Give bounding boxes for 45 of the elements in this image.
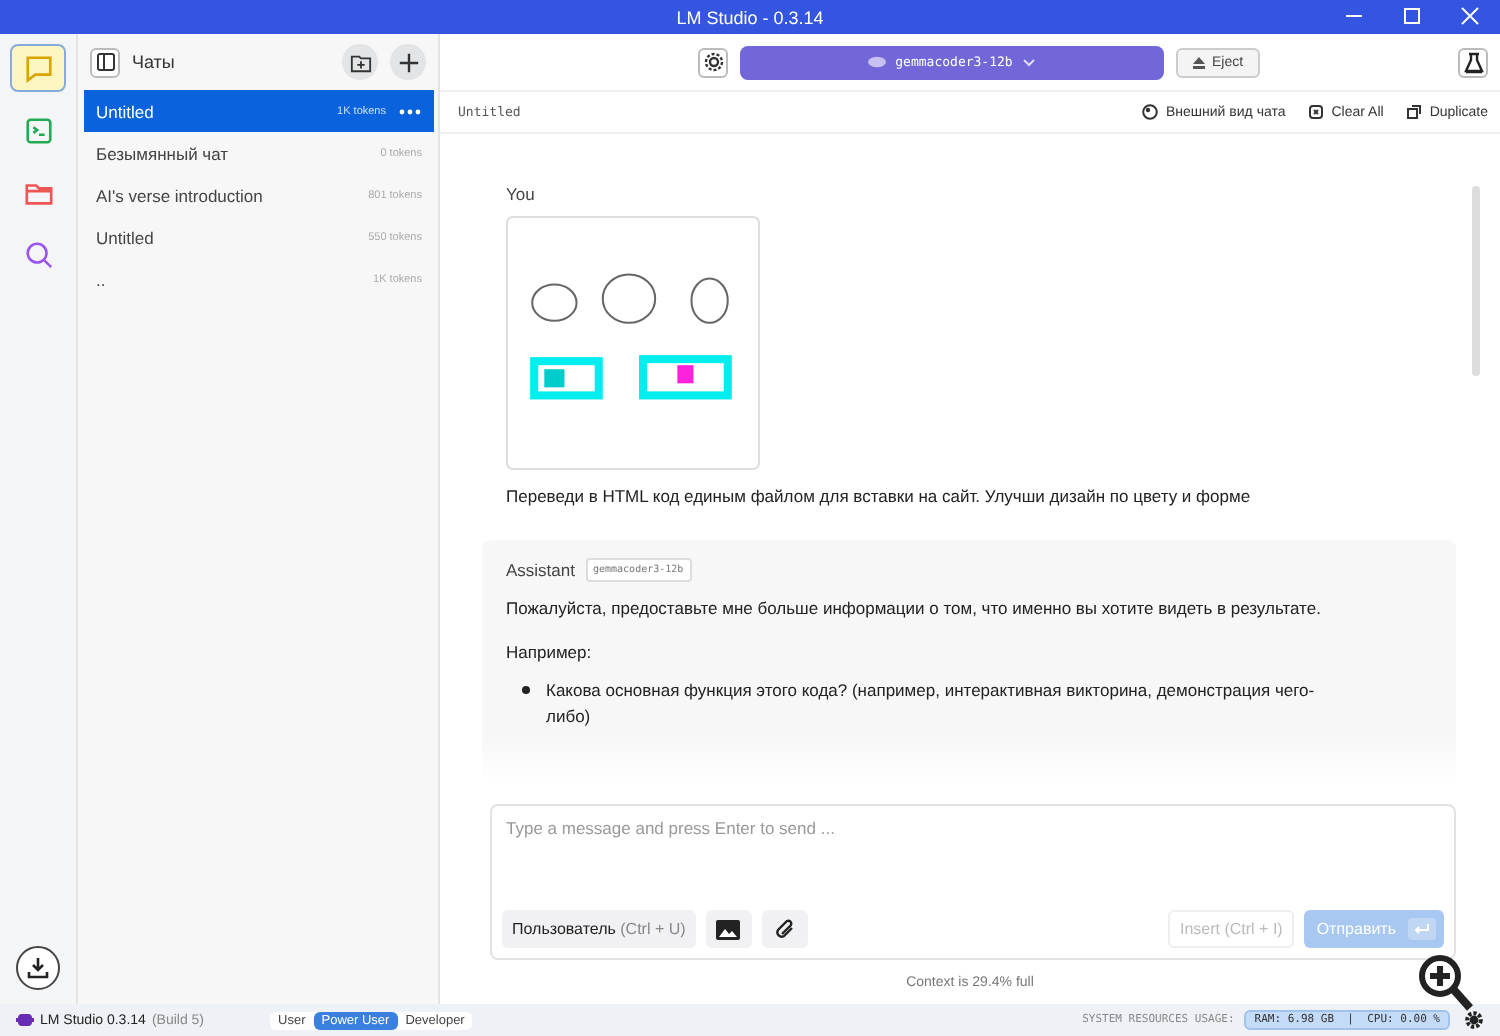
- settings-button[interactable]: [698, 47, 728, 77]
- message-composer[interactable]: Type a message and press Enter to send ... Пользователь (Ctrl + U) Insert (Ctrl + I) Отправить: [490, 804, 1456, 960]
- new-chat-button[interactable]: [390, 44, 426, 80]
- settings-icon: [703, 52, 723, 72]
- download-button[interactable]: [16, 946, 60, 990]
- zoom-in-icon: [1416, 952, 1476, 1016]
- image-button[interactable]: [705, 910, 752, 948]
- eye-icon: [867, 56, 886, 68]
- lab-button[interactable]: [1458, 47, 1488, 77]
- more-icon[interactable]: [398, 107, 422, 115]
- message-text: Переведи в HTML код единым файлом для вставки на сайт. Улучши дизайн по цвету и форме: [506, 484, 1253, 506]
- role-button[interactable]: Пользователь (Ctrl + U): [502, 910, 696, 948]
- palette-icon: [1141, 104, 1158, 120]
- enter-key-icon: [1408, 918, 1436, 940]
- attach-button[interactable]: [761, 910, 808, 948]
- copy-icon: [1405, 104, 1422, 120]
- plus-icon: [397, 51, 419, 73]
- folder-plus-icon: [349, 51, 371, 73]
- flask-icon: [1463, 51, 1483, 73]
- clear-icon: [1307, 104, 1324, 120]
- search-icon: [23, 239, 53, 269]
- message-text: Пожалуйста, предоставьте мне больше информации о том, что именно вы хотите видеть в результате.: [506, 596, 1323, 622]
- bullet-icon: [522, 686, 530, 694]
- new-folder-button[interactable]: [342, 44, 378, 80]
- download-icon: [26, 956, 50, 980]
- paperclip-icon: [773, 918, 796, 940]
- sidebar-toggle-button[interactable]: [90, 47, 120, 77]
- image-icon: [716, 919, 741, 939]
- message-input[interactable]: Type a message and press Enter to send ...: [502, 806, 1444, 850]
- list-item-text: Какова основная функция этого кода? (например, интерактивная викторина, демонстрация чего-либо): [546, 678, 1317, 729]
- message-author: You: [506, 184, 537, 204]
- app-logo-icon: [16, 1012, 34, 1028]
- scrollbar[interactable]: [1472, 186, 1480, 376]
- window-title: LM Studio - 0.3.14: [676, 7, 824, 27]
- message-author: Assistant: [506, 560, 575, 580]
- terminal-icon: [23, 115, 53, 145]
- chevron-down-icon: [1022, 57, 1037, 67]
- eject-icon: [1192, 55, 1206, 69]
- close-icon[interactable]: [1460, 6, 1480, 26]
- message-text: Например:: [506, 640, 594, 666]
- settings-icon[interactable]: [1464, 1010, 1484, 1030]
- chat-icon: [23, 53, 53, 83]
- sidebar-icon: [95, 52, 115, 72]
- maximize-icon[interactable]: [1402, 6, 1422, 26]
- sidebar-title: Чаты: [132, 52, 175, 72]
